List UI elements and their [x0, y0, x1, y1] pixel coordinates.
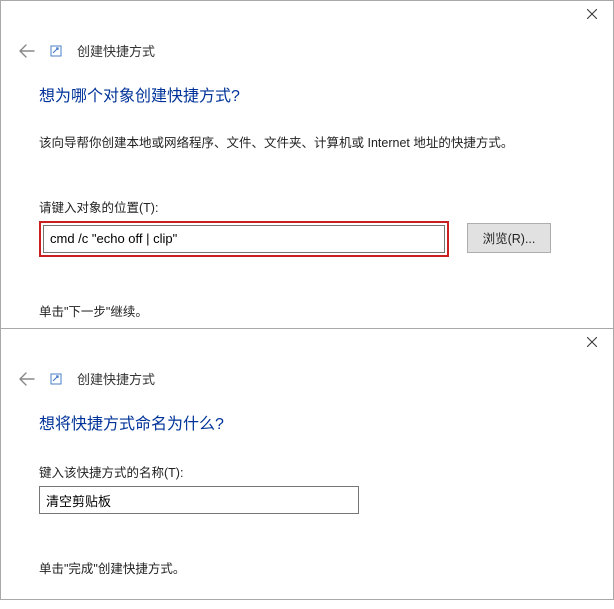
page-heading: 想为哪个对象创建快捷方式?: [39, 82, 575, 106]
description-text: 该向导帮你创建本地或网络程序、文件、文件夹、计算机或 Internet 地址的快…: [39, 134, 575, 153]
back-button[interactable]: [19, 43, 35, 59]
shortcut-name-input[interactable]: [39, 486, 359, 514]
close-icon: [587, 9, 597, 19]
close-button[interactable]: [571, 1, 613, 27]
close-icon: [587, 337, 597, 347]
close-button[interactable]: [571, 329, 613, 355]
page-heading: 想将快捷方式命名为什么?: [39, 410, 575, 434]
title-bar: [1, 329, 613, 359]
callout-highlight: [39, 221, 449, 257]
name-row: [39, 486, 359, 514]
dialog-content: 想为哪个对象创建快捷方式? 该向导帮你创建本地或网络程序、文件、文件夹、计算机或…: [1, 60, 613, 352]
back-arrow-icon: [19, 372, 35, 386]
wizard-title: 创建快捷方式: [77, 41, 155, 60]
create-shortcut-dialog-step1: 创建快捷方式 想为哪个对象创建快捷方式? 该向导帮你创建本地或网络程序、文件、文…: [0, 0, 614, 329]
shortcut-wizard-icon: [49, 372, 63, 386]
create-shortcut-dialog-step2: 创建快捷方式 想将快捷方式命名为什么? 键入该快捷方式的名称(T): 单击"完成…: [0, 328, 614, 600]
wizard-title: 创建快捷方式: [77, 369, 155, 388]
location-row: 浏览(R)...: [39, 221, 575, 257]
wizard-header: 创建快捷方式: [1, 31, 613, 60]
location-label: 请键入对象的位置(T):: [39, 197, 575, 216]
title-bar: [1, 1, 613, 31]
shortcut-wizard-icon: [49, 44, 63, 58]
dialog-content: 想将快捷方式命名为什么? 键入该快捷方式的名称(T): 单击"完成"创建快捷方式…: [1, 388, 613, 609]
browse-button[interactable]: 浏览(R)...: [467, 223, 551, 253]
wizard-header: 创建快捷方式: [1, 359, 613, 388]
location-input[interactable]: [43, 225, 445, 253]
next-instruction: 单击"下一步"继续。: [39, 301, 575, 320]
back-button[interactable]: [19, 371, 35, 387]
back-arrow-icon: [19, 44, 35, 58]
finish-instruction: 单击"完成"创建快捷方式。: [39, 558, 575, 577]
name-label: 键入该快捷方式的名称(T):: [39, 462, 575, 481]
